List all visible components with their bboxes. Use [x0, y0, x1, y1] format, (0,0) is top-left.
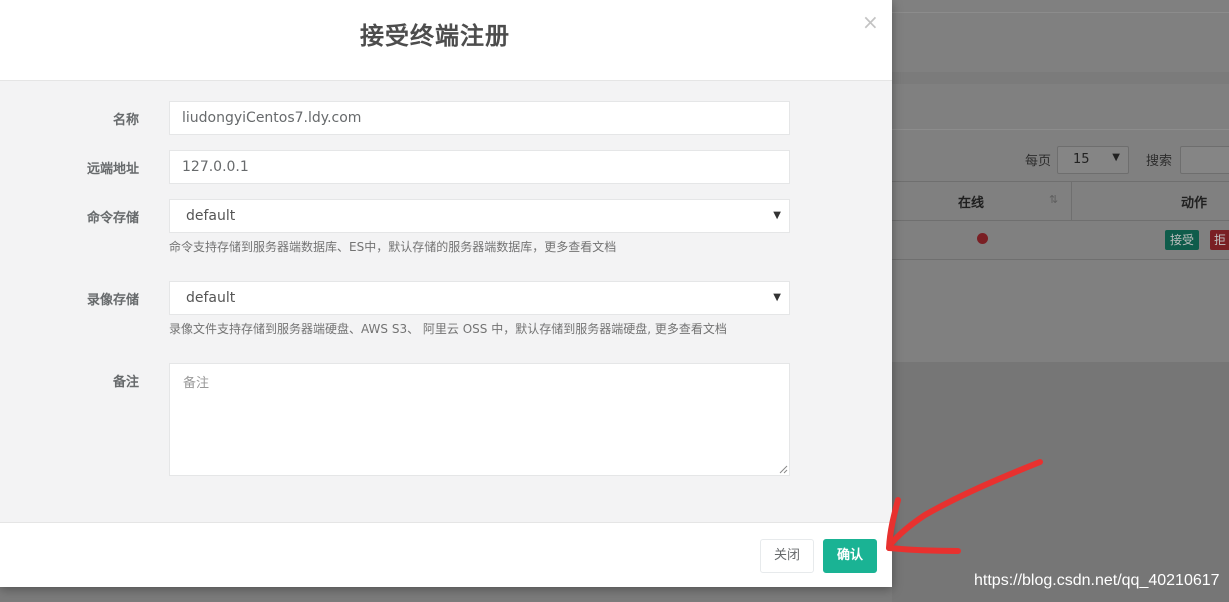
per-page-value: 15: [1073, 152, 1090, 167]
reject-button[interactable]: 拒: [1210, 230, 1229, 250]
comment-placeholder: 备注: [183, 376, 210, 391]
table-header: [892, 181, 1229, 222]
caret-down-icon: ▼: [773, 210, 781, 221]
background-divider: [892, 129, 1229, 130]
comment-label: 备注: [112, 375, 139, 390]
name-value: liudongyiCentos7.ldy.com: [182, 110, 362, 126]
confirm-button[interactable]: 确认: [823, 539, 877, 573]
column-header-online[interactable]: 在线: [958, 192, 984, 211]
resize-grip-icon[interactable]: [779, 465, 788, 474]
per-page-select[interactable]: 15 ▼: [1057, 146, 1129, 174]
command-storage-help: 命令支持存储到服务器端数据库、ES中，默认存储的服务器端数据库，更多查看文档: [169, 240, 617, 254]
command-storage-selected: default: [186, 208, 236, 224]
replay-storage-select[interactable]: default ▼: [169, 281, 790, 315]
replay-storage-selected: default: [186, 290, 236, 306]
remote-address-label: 远端地址: [86, 162, 139, 177]
name-input[interactable]: liudongyiCentos7.ldy.com: [169, 101, 790, 135]
comment-textarea[interactable]: 备注: [169, 363, 790, 476]
search-input[interactable]: [1180, 146, 1229, 174]
watermark: https://blog.csdn.net/qq_40210617: [974, 572, 1220, 589]
per-page-label: 每页: [1025, 154, 1052, 169]
sort-icon[interactable]: ⇅: [1049, 193, 1058, 206]
modal-header: 接受终端注册 ×: [0, 0, 892, 81]
accept-terminal-modal: 接受终端注册 × 名称 liudongyiCentos7.ldy.com 远端地…: [0, 0, 892, 587]
background-panel-top: [892, 0, 1229, 72]
remote-address-value: 127.0.0.1: [182, 159, 249, 175]
column-header-action: 动作: [1181, 196, 1208, 211]
background-lower-area: [892, 362, 1229, 602]
command-storage-label: 命令存储: [86, 211, 139, 226]
replay-storage-help: 录像文件支持存储到服务器端硬盘、AWS S3、 阿里云 OSS 中，默认存储到服…: [169, 322, 727, 336]
offline-status-dot: [977, 233, 988, 244]
caret-down-icon: ▼: [1112, 152, 1120, 163]
background-divider: [892, 12, 1229, 13]
close-icon[interactable]: ×: [862, 10, 879, 34]
modal-footer: 关闭 确认: [0, 522, 892, 587]
name-label: 名称: [112, 113, 139, 128]
caret-down-icon: ▼: [773, 292, 781, 303]
command-storage-select[interactable]: default ▼: [169, 199, 790, 233]
modal-title: 接受终端注册: [360, 22, 510, 50]
close-button[interactable]: 关闭: [760, 539, 814, 573]
replay-storage-label: 录像存储: [86, 293, 139, 308]
remote-address-input[interactable]: 127.0.0.1: [169, 150, 790, 184]
search-label: 搜索: [1146, 154, 1173, 169]
accept-button[interactable]: 接受: [1165, 230, 1200, 250]
